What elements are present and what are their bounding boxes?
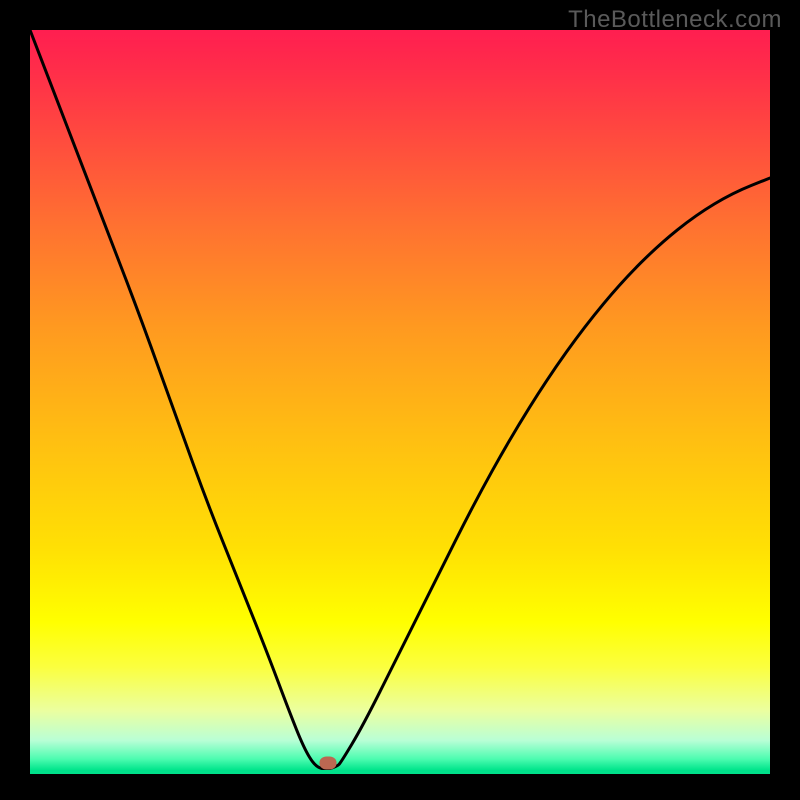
minimum-marker bbox=[320, 757, 337, 770]
plot-baseline-strip bbox=[30, 770, 770, 774]
bottleneck-curve bbox=[30, 30, 770, 770]
chart-container: TheBottleneck.com bbox=[0, 0, 800, 800]
watermark-text: TheBottleneck.com bbox=[568, 6, 782, 34]
